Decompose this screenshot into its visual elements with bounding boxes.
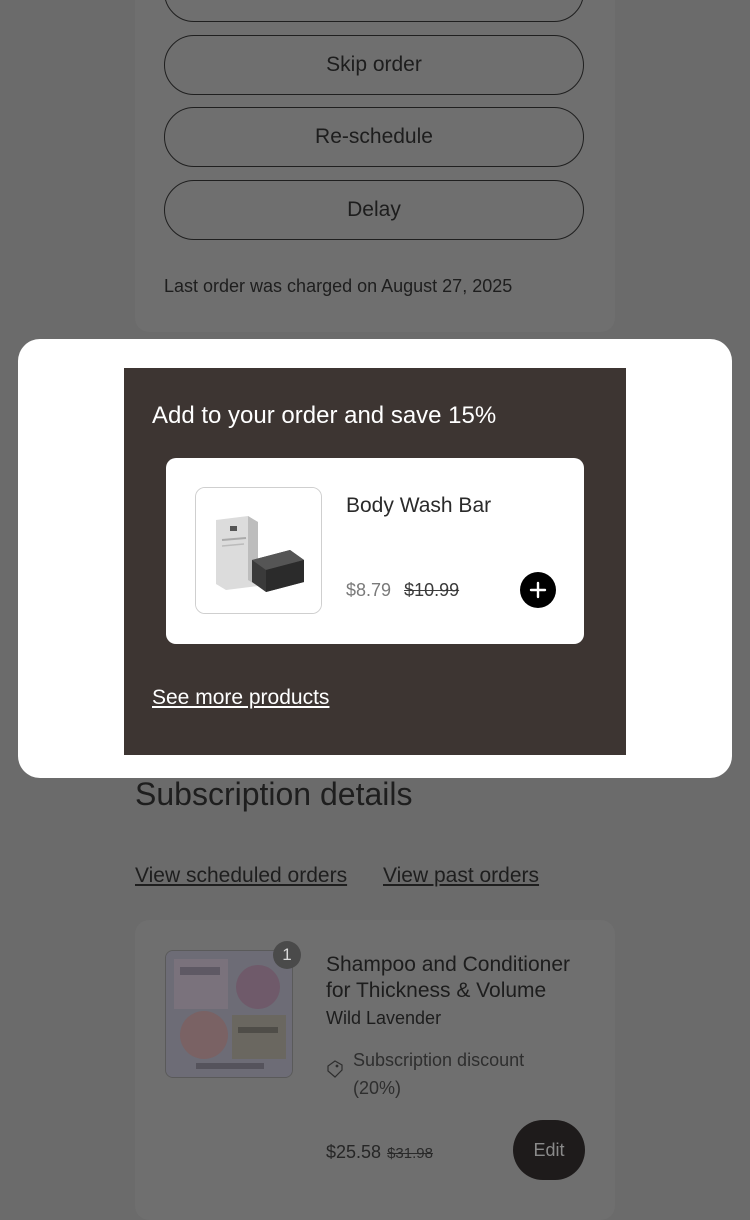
tag-icon bbox=[327, 1060, 343, 1078]
subscription-price-row: $25.58 $31.98 bbox=[326, 1142, 433, 1163]
view-past-orders-link[interactable]: View past orders bbox=[383, 864, 539, 888]
reschedule-button[interactable]: Re-schedule bbox=[164, 107, 584, 167]
last-charged-text: Last order was charged on August 27, 202… bbox=[164, 276, 513, 296]
upsell-title: Add to your order and save 15% bbox=[152, 402, 497, 429]
delay-button[interactable]: Delay bbox=[164, 180, 584, 240]
subscription-details-heading: Subscription details bbox=[135, 776, 413, 812]
view-scheduled-orders-link[interactable]: View scheduled orders bbox=[135, 864, 347, 888]
product-price-row: $8.79 $10.99 bbox=[346, 580, 459, 601]
add-to-order-button[interactable] bbox=[520, 572, 556, 608]
body-wash-bar-image bbox=[196, 488, 321, 613]
quantity-badge: 1 bbox=[273, 941, 301, 969]
product-price: $8.79 bbox=[346, 580, 392, 600]
skip-order-button[interactable]: Skip order bbox=[164, 35, 584, 95]
see-more-products-link[interactable]: See more products bbox=[152, 686, 329, 710]
upsell-panel: Add to your order and save 15% Body Wash… bbox=[124, 368, 626, 755]
subscription-item-image bbox=[165, 950, 293, 1078]
product-card[interactable]: Body Wash Bar $8.79 $10.99 bbox=[166, 458, 584, 644]
product-image[interactable] bbox=[195, 487, 322, 614]
product-name: Body Wash Bar bbox=[346, 494, 492, 517]
order-now-button[interactable]: Order now bbox=[164, 0, 584, 22]
subscription-price: $25.58 bbox=[326, 1142, 382, 1162]
subscription-item-variant: Wild Lavender bbox=[326, 1008, 442, 1028]
subscription-discount: Subscription discount (20%) bbox=[353, 1050, 525, 1098]
subscription-item-name: Shampoo and Conditioner for Thickness & … bbox=[326, 953, 571, 1002]
subscription-item-card: 1 Shampoo and Conditioner for Thickness … bbox=[135, 920, 615, 1220]
subscription-original-price: $31.98 bbox=[387, 1145, 433, 1162]
product-original-price: $10.99 bbox=[404, 580, 460, 600]
shampoo-conditioner-image bbox=[166, 951, 292, 1077]
plus-icon bbox=[529, 581, 547, 599]
edit-subscription-button[interactable]: Edit bbox=[513, 1120, 585, 1180]
